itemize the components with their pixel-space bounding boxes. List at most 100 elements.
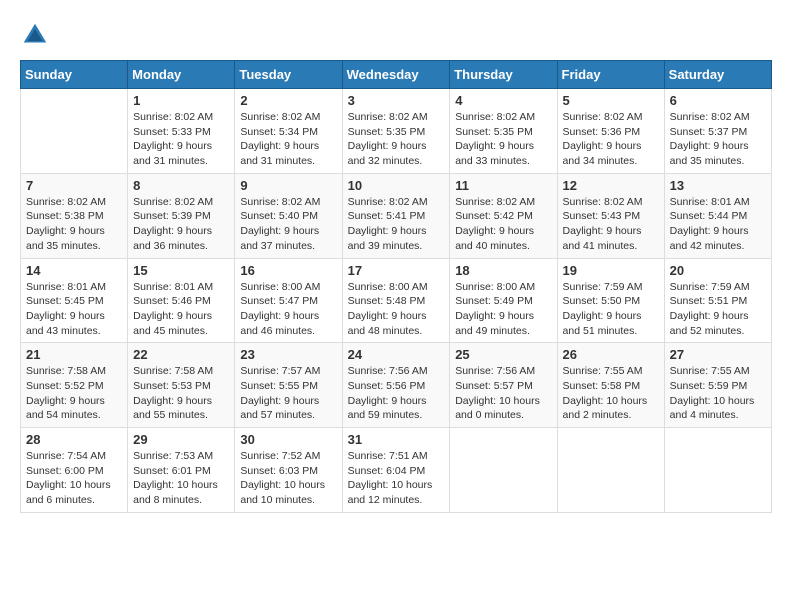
day-info: Sunrise: 8:02 AM Sunset: 5:43 PM Dayligh… xyxy=(563,195,659,254)
calendar-cell: 18Sunrise: 8:00 AM Sunset: 5:49 PM Dayli… xyxy=(450,258,557,343)
day-info: Sunrise: 8:02 AM Sunset: 5:35 PM Dayligh… xyxy=(348,110,445,169)
day-info: Sunrise: 7:56 AM Sunset: 5:56 PM Dayligh… xyxy=(348,364,445,423)
calendar-cell: 12 Sunrise: 8:02 AM Sunset: 5:43 PM Dayli… xyxy=(557,173,664,258)
day-number: 12 xyxy=(563,178,659,193)
day-number: 15 xyxy=(133,263,229,278)
day-info: Sunrise: 7:55 AM Sunset: 5:59 PM Dayligh… xyxy=(670,364,766,423)
calendar-day-header: Saturday xyxy=(664,61,771,89)
calendar-cell: 16 Sunrise: 8:00 AM Sunset: 5:47 PM Dayli… xyxy=(235,258,342,343)
day-number: 20 xyxy=(670,263,766,278)
calendar-day-header: Thursday xyxy=(450,61,557,89)
day-info: Sunrise: 8:02 AM Sunset: 5:33 PM Dayligh… xyxy=(133,110,229,169)
day-info: Sunrise: 7:52 AM Sunset: 6:03 PM Dayligh… xyxy=(240,449,336,508)
logo-icon xyxy=(20,20,50,50)
calendar-cell: 23 Sunrise: 7:57 AM Sunset: 5:55 PM Dayli… xyxy=(235,343,342,428)
calendar-cell: 14Sunrise: 8:01 AM Sunset: 5:45 PM Dayli… xyxy=(21,258,128,343)
calendar-cell: 28 Sunrise: 7:54 AM Sunset: 6:00 PM Dayli… xyxy=(21,428,128,513)
day-info: Sunrise: 7:54 AM Sunset: 6:00 PM Dayligh… xyxy=(26,449,122,508)
calendar-cell: 1 Sunrise: 8:02 AM Sunset: 5:33 PM Daylig… xyxy=(128,89,235,174)
calendar-cell: 24Sunrise: 7:56 AM Sunset: 5:56 PM Dayli… xyxy=(342,343,450,428)
day-number: 2 xyxy=(240,93,336,108)
day-number: 14 xyxy=(26,263,122,278)
day-info: Sunrise: 8:02 AM Sunset: 5:38 PM Dayligh… xyxy=(26,195,122,254)
day-info: Sunrise: 8:02 AM Sunset: 5:37 PM Dayligh… xyxy=(670,110,766,169)
calendar-cell: 26 Sunrise: 7:55 AM Sunset: 5:58 PM Dayli… xyxy=(557,343,664,428)
day-number: 17 xyxy=(348,263,445,278)
calendar-cell: 27Sunrise: 7:55 AM Sunset: 5:59 PM Dayli… xyxy=(664,343,771,428)
day-info: Sunrise: 7:58 AM Sunset: 5:52 PM Dayligh… xyxy=(26,364,122,423)
calendar-cell: 8 Sunrise: 8:02 AM Sunset: 5:39 PM Daylig… xyxy=(128,173,235,258)
day-number: 7 xyxy=(26,178,122,193)
day-number: 4 xyxy=(455,93,551,108)
day-info: Sunrise: 7:57 AM Sunset: 5:55 PM Dayligh… xyxy=(240,364,336,423)
day-number: 3 xyxy=(348,93,445,108)
calendar-cell: 15 Sunrise: 8:01 AM Sunset: 5:46 PM Dayli… xyxy=(128,258,235,343)
day-number: 19 xyxy=(563,263,659,278)
day-info: Sunrise: 7:53 AM Sunset: 6:01 PM Dayligh… xyxy=(133,449,229,508)
calendar-cell xyxy=(664,428,771,513)
calendar-cell: 31Sunrise: 7:51 AM Sunset: 6:04 PM Dayli… xyxy=(342,428,450,513)
day-number: 16 xyxy=(240,263,336,278)
page-header xyxy=(20,20,772,50)
calendar-cell xyxy=(450,428,557,513)
calendar-cell: 22Sunrise: 7:58 AM Sunset: 5:53 PM Dayli… xyxy=(128,343,235,428)
day-number: 29 xyxy=(133,432,229,447)
day-number: 31 xyxy=(348,432,445,447)
day-info: Sunrise: 8:02 AM Sunset: 5:41 PM Dayligh… xyxy=(348,195,445,254)
calendar-day-header: Wednesday xyxy=(342,61,450,89)
calendar-cell: 6 Sunrise: 8:02 AM Sunset: 5:37 PM Daylig… xyxy=(664,89,771,174)
calendar-table: SundayMondayTuesdayWednesdayThursdayFrid… xyxy=(20,60,772,513)
calendar-week-row: 1 Sunrise: 8:02 AM Sunset: 5:33 PM Daylig… xyxy=(21,89,772,174)
day-number: 22 xyxy=(133,347,229,362)
calendar-cell: 20 Sunrise: 7:59 AM Sunset: 5:51 PM Dayli… xyxy=(664,258,771,343)
day-number: 13 xyxy=(670,178,766,193)
day-number: 18 xyxy=(455,263,551,278)
calendar-cell: 4Sunrise: 8:02 AM Sunset: 5:35 PM Daylig… xyxy=(450,89,557,174)
day-info: Sunrise: 7:55 AM Sunset: 5:58 PM Dayligh… xyxy=(563,364,659,423)
calendar-header-row: SundayMondayTuesdayWednesdayThursdayFrid… xyxy=(21,61,772,89)
logo xyxy=(20,20,52,50)
day-info: Sunrise: 8:02 AM Sunset: 5:40 PM Dayligh… xyxy=(240,195,336,254)
calendar-cell: 21 Sunrise: 7:58 AM Sunset: 5:52 PM Dayli… xyxy=(21,343,128,428)
day-info: Sunrise: 8:02 AM Sunset: 5:36 PM Dayligh… xyxy=(563,110,659,169)
calendar-cell: 11 Sunrise: 8:02 AM Sunset: 5:42 PM Dayli… xyxy=(450,173,557,258)
calendar-day-header: Tuesday xyxy=(235,61,342,89)
calendar-cell: 30 Sunrise: 7:52 AM Sunset: 6:03 PM Dayli… xyxy=(235,428,342,513)
calendar-cell: 17 Sunrise: 8:00 AM Sunset: 5:48 PM Dayli… xyxy=(342,258,450,343)
day-info: Sunrise: 8:01 AM Sunset: 5:44 PM Dayligh… xyxy=(670,195,766,254)
day-number: 21 xyxy=(26,347,122,362)
day-number: 25 xyxy=(455,347,551,362)
day-info: Sunrise: 8:01 AM Sunset: 5:46 PM Dayligh… xyxy=(133,280,229,339)
calendar-cell: 29 Sunrise: 7:53 AM Sunset: 6:01 PM Dayli… xyxy=(128,428,235,513)
calendar-week-row: 14Sunrise: 8:01 AM Sunset: 5:45 PM Dayli… xyxy=(21,258,772,343)
day-info: Sunrise: 7:59 AM Sunset: 5:50 PM Dayligh… xyxy=(563,280,659,339)
day-number: 11 xyxy=(455,178,551,193)
calendar-cell: 25Sunrise: 7:56 AM Sunset: 5:57 PM Dayli… xyxy=(450,343,557,428)
day-number: 30 xyxy=(240,432,336,447)
day-number: 8 xyxy=(133,178,229,193)
day-info: Sunrise: 8:02 AM Sunset: 5:42 PM Dayligh… xyxy=(455,195,551,254)
calendar-day-header: Sunday xyxy=(21,61,128,89)
day-number: 5 xyxy=(563,93,659,108)
day-number: 28 xyxy=(26,432,122,447)
day-number: 26 xyxy=(563,347,659,362)
calendar-cell: 13 Sunrise: 8:01 AM Sunset: 5:44 PM Dayli… xyxy=(664,173,771,258)
day-info: Sunrise: 8:00 AM Sunset: 5:47 PM Dayligh… xyxy=(240,280,336,339)
day-number: 10 xyxy=(348,178,445,193)
day-info: Sunrise: 7:59 AM Sunset: 5:51 PM Dayligh… xyxy=(670,280,766,339)
calendar-cell: 7 Sunrise: 8:02 AM Sunset: 5:38 PM Daylig… xyxy=(21,173,128,258)
day-number: 1 xyxy=(133,93,229,108)
calendar-day-header: Friday xyxy=(557,61,664,89)
calendar-cell: 9 Sunrise: 8:02 AM Sunset: 5:40 PM Daylig… xyxy=(235,173,342,258)
calendar-week-row: 21 Sunrise: 7:58 AM Sunset: 5:52 PM Dayli… xyxy=(21,343,772,428)
day-number: 6 xyxy=(670,93,766,108)
day-info: Sunrise: 8:02 AM Sunset: 5:34 PM Dayligh… xyxy=(240,110,336,169)
day-info: Sunrise: 8:00 AM Sunset: 5:48 PM Dayligh… xyxy=(348,280,445,339)
calendar-cell: 3 Sunrise: 8:02 AM Sunset: 5:35 PM Daylig… xyxy=(342,89,450,174)
day-number: 23 xyxy=(240,347,336,362)
calendar-cell xyxy=(21,89,128,174)
day-info: Sunrise: 8:02 AM Sunset: 5:39 PM Dayligh… xyxy=(133,195,229,254)
calendar-cell: 5 Sunrise: 8:02 AM Sunset: 5:36 PM Daylig… xyxy=(557,89,664,174)
calendar-cell: 2 Sunrise: 8:02 AM Sunset: 5:34 PM Daylig… xyxy=(235,89,342,174)
day-number: 9 xyxy=(240,178,336,193)
